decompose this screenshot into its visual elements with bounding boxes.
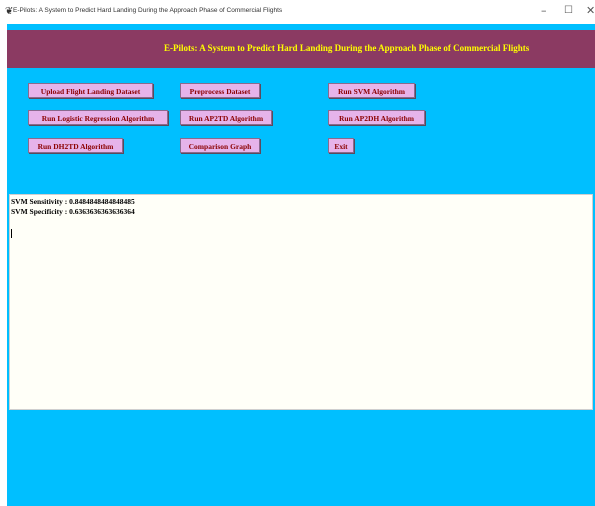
run-logistic-regression-button[interactable]: Run Logistic Regression Algorithm <box>28 110 168 125</box>
preprocess-dataset-button[interactable]: Preprocess Dataset <box>180 83 260 98</box>
app-window: E-Pilots: A System to Predict Hard Landi… <box>7 24 595 506</box>
text-caret <box>11 229 12 238</box>
run-ap2dh-button[interactable]: Run AP2DH Algorithm <box>328 110 425 125</box>
comparison-graph-button[interactable]: Comparison Graph <box>180 138 260 153</box>
exit-button[interactable]: Exit <box>328 138 354 153</box>
output-line-specificity: SVM Specificity : 0.6363636363636364 <box>11 207 135 216</box>
header-banner: E-Pilots: A System to Predict Hard Landi… <box>7 30 595 68</box>
run-svm-button[interactable]: Run SVM Algorithm <box>328 83 415 98</box>
window-title: E-Pilots: A System to Predict Hard Landi… <box>13 7 283 14</box>
close-button[interactable]: ✕ <box>586 4 595 17</box>
page-title: E-Pilots: A System to Predict Hard Landi… <box>164 43 530 53</box>
output-line-sensitivity: SVM Sensitivity : 0.8484848484848485 <box>11 197 135 206</box>
run-dh2td-button[interactable]: Run DH2TD Algorithm <box>28 138 123 153</box>
minimize-button[interactable]: – <box>541 4 547 17</box>
title-bar: ❦ E-Pilots: A System to Predict Hard Lan… <box>0 0 595 24</box>
output-text-area[interactable]: SVM Sensitivity : 0.8484848484848485 SVM… <box>9 194 593 410</box>
run-ap2td-button[interactable]: Run AP2TD Algorithm <box>180 110 272 125</box>
upload-dataset-button[interactable]: Upload Flight Landing Dataset <box>28 83 153 98</box>
maximize-button[interactable]: ☐ <box>564 5 573 16</box>
